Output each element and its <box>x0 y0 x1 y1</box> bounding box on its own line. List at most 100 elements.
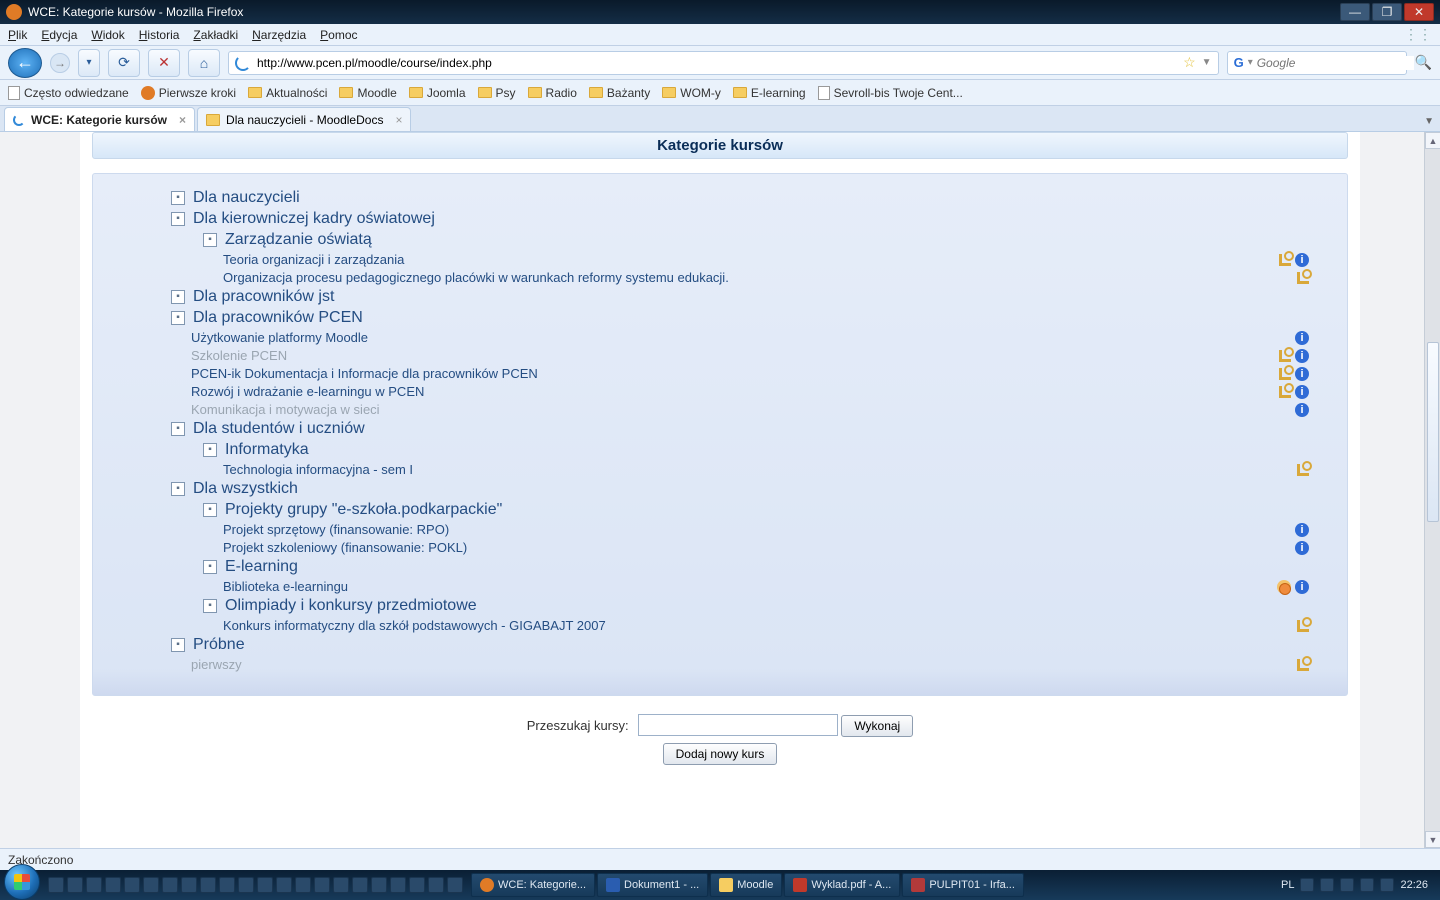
quick-launch-icon[interactable] <box>67 877 83 893</box>
bookmark-item[interactable]: Sevroll-bis Twoje Cent... <box>818 86 963 100</box>
category-link[interactable]: ▪Dla kierowniczej kadry oświatowej <box>171 210 1329 228</box>
scroll-down-button[interactable]: ▼ <box>1425 831 1440 848</box>
quick-launch-icon[interactable] <box>447 877 463 893</box>
category-link[interactable]: ▪Próbne <box>171 636 1329 654</box>
quick-launch-icon[interactable] <box>333 877 349 893</box>
bookmark-item[interactable]: Radio <box>528 86 577 100</box>
scroll-thumb[interactable] <box>1427 342 1439 522</box>
bookmark-item[interactable]: Bażanty <box>589 86 650 100</box>
course-link[interactable]: pierwszy <box>191 657 1329 672</box>
url-input[interactable] <box>257 56 1177 70</box>
category-link[interactable]: ▪Dla nauczycieli <box>171 189 1329 207</box>
quick-launch-icon[interactable] <box>428 877 444 893</box>
quick-launch-icon[interactable] <box>371 877 387 893</box>
info-icon[interactable]: i <box>1295 403 1309 417</box>
address-bar[interactable]: ☆ ▼ <box>228 51 1219 75</box>
bookmark-item[interactable]: E-learning <box>733 86 806 100</box>
minimize-button[interactable]: — <box>1340 3 1370 21</box>
tray-icon[interactable] <box>1360 878 1374 892</box>
quick-launch-icon[interactable] <box>352 877 368 893</box>
course-link[interactable]: Teoria organizacji i zarządzaniai <box>223 252 1329 267</box>
tab-close-button[interactable]: × <box>395 113 402 127</box>
quick-launch-icon[interactable] <box>200 877 216 893</box>
tab-list-dropdown[interactable]: ▼ <box>1418 112 1440 131</box>
course-link[interactable]: Konkurs informatyczny dla szkół podstawo… <box>223 618 1329 633</box>
tray-icon[interactable] <box>1300 878 1314 892</box>
tray-icon[interactable] <box>1340 878 1354 892</box>
forward-button[interactable]: → <box>50 53 70 73</box>
home-button[interactable]: ⌂ <box>188 49 220 77</box>
vertical-scrollbar[interactable]: ▲ ▼ <box>1424 132 1440 848</box>
info-icon[interactable]: i <box>1295 367 1309 381</box>
collapse-icon[interactable]: ▪ <box>171 638 185 652</box>
category-link[interactable]: ▪Zarządzanie oświatą <box>203 231 1329 249</box>
info-icon[interactable]: i <box>1295 349 1309 363</box>
course-link[interactable]: Użytkowanie platformy Moodlei <box>191 330 1329 345</box>
category-link[interactable]: ▪Projekty grupy "e-szkoła.podkarpackie" <box>203 501 1329 519</box>
search-engine-dropdown[interactable]: ▾ <box>1248 57 1253 68</box>
collapse-icon[interactable]: ▪ <box>171 482 185 496</box>
course-link[interactable]: Technologia informacyjna - sem I <box>223 462 1329 477</box>
info-icon[interactable]: i <box>1295 523 1309 537</box>
info-icon[interactable]: i <box>1295 385 1309 399</box>
category-link[interactable]: ▪Informatyka <box>203 441 1329 459</box>
course-link[interactable]: Organizacja procesu pedagogicznego placó… <box>223 270 1329 285</box>
course-search-input[interactable] <box>638 714 838 736</box>
quick-launch-icon[interactable] <box>390 877 406 893</box>
bookmark-item[interactable]: Często odwiedzane <box>8 86 129 100</box>
bookmark-item[interactable]: Joomla <box>409 86 466 100</box>
collapse-icon[interactable]: ▪ <box>203 599 217 613</box>
quick-launch-icon[interactable] <box>257 877 273 893</box>
category-link[interactable]: ▪Dla studentów i uczniów <box>171 420 1329 438</box>
language-indicator[interactable]: PL <box>1281 879 1294 891</box>
history-dropdown-button[interactable]: ▾ <box>78 49 100 77</box>
scroll-up-button[interactable]: ▲ <box>1425 132 1440 149</box>
url-history-dropdown[interactable]: ▼ <box>1202 57 1212 68</box>
back-button[interactable]: ← <box>8 48 42 78</box>
menu-plik[interactable]: Plik <box>8 28 27 42</box>
maximize-button[interactable]: ❐ <box>1372 3 1402 21</box>
clock[interactable]: 22:26 <box>1400 879 1428 891</box>
start-button[interactable] <box>4 864 40 900</box>
course-link[interactable]: Szkolenie PCENi <box>191 348 1329 363</box>
taskbar-button[interactable]: WCE: Kategorie... <box>471 873 595 897</box>
quick-launch-icon[interactable] <box>238 877 254 893</box>
quick-launch-icon[interactable] <box>181 877 197 893</box>
reload-button[interactable]: ⟳ <box>108 49 140 77</box>
menu-pomoc[interactable]: Pomoc <box>320 28 357 42</box>
stop-button[interactable]: ✕ <box>148 49 180 77</box>
search-box[interactable]: G ▾ <box>1227 51 1407 75</box>
info-icon[interactable]: i <box>1295 253 1309 267</box>
category-link[interactable]: ▪Dla wszystkich <box>171 480 1329 498</box>
search-go-button[interactable]: 🔍 <box>1415 54 1432 71</box>
browser-tab[interactable]: Dla nauczycieli - MoodleDocs× <box>197 107 411 131</box>
quick-launch-icon[interactable] <box>314 877 330 893</box>
add-new-course-button[interactable]: Dodaj nowy kurs <box>663 743 778 765</box>
bookmark-item[interactable]: Aktualności <box>248 86 327 100</box>
collapse-icon[interactable]: ▪ <box>203 233 217 247</box>
category-link[interactable]: ▪Olimpiady i konkursy przedmiotowe <box>203 597 1329 615</box>
collapse-icon[interactable]: ▪ <box>171 311 185 325</box>
quick-launch-icon[interactable] <box>124 877 140 893</box>
taskbar-button[interactable]: PULPIT01 - Irfa... <box>902 873 1024 897</box>
info-icon[interactable]: i <box>1295 331 1309 345</box>
collapse-icon[interactable]: ▪ <box>171 422 185 436</box>
menu-historia[interactable]: Historia <box>139 28 180 42</box>
bookmark-item[interactable]: Psy <box>478 86 516 100</box>
collapse-icon[interactable]: ▪ <box>203 503 217 517</box>
category-link[interactable]: ▪Dla pracowników PCEN <box>171 309 1329 327</box>
collapse-icon[interactable]: ▪ <box>171 290 185 304</box>
quick-launch-icon[interactable] <box>162 877 178 893</box>
collapse-icon[interactable]: ▪ <box>203 560 217 574</box>
collapse-icon[interactable]: ▪ <box>171 191 185 205</box>
bookmark-item[interactable]: Pierwsze kroki <box>141 86 236 100</box>
quick-launch-icon[interactable] <box>105 877 121 893</box>
tab-close-button[interactable]: × <box>179 113 186 127</box>
course-search-button[interactable]: Wykonaj <box>841 715 913 737</box>
taskbar-button[interactable]: Moodle <box>710 873 782 897</box>
course-link[interactable]: Biblioteka e-learningui <box>223 579 1329 594</box>
quick-launch-icon[interactable] <box>276 877 292 893</box>
course-link[interactable]: Projekt szkoleniowy (finansowanie: POKL)… <box>223 540 1329 555</box>
taskbar-button[interactable]: Dokument1 - ... <box>597 873 708 897</box>
quick-launch-icon[interactable] <box>143 877 159 893</box>
